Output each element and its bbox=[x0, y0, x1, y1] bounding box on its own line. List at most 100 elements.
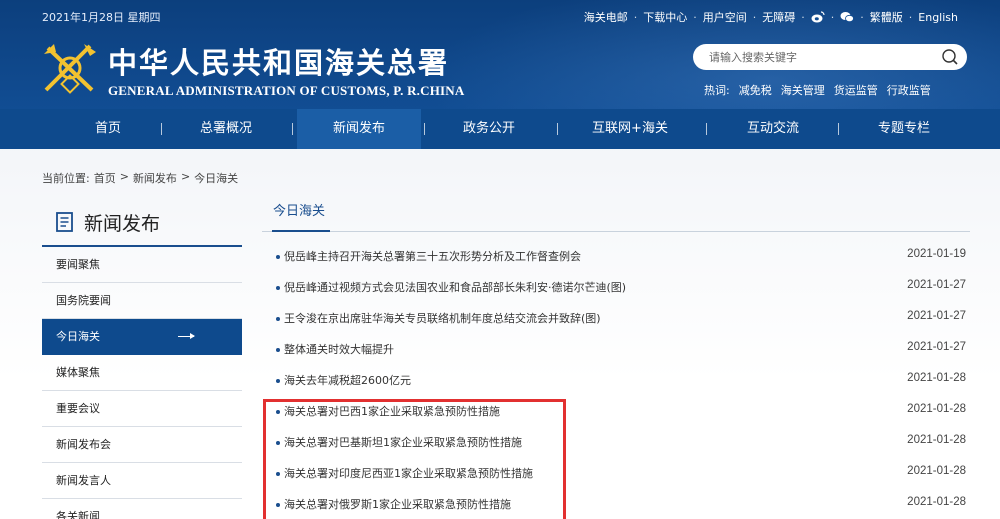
news-date: 2021-01-28 bbox=[907, 372, 966, 384]
nav-item-public-affairs[interactable]: 政务公开 bbox=[429, 109, 549, 149]
breadcrumb-home[interactable]: 首页 bbox=[94, 170, 116, 186]
breadcrumb-today-customs[interactable]: 今日海关 bbox=[194, 170, 238, 186]
news-title[interactable]: 整体通关时效大幅提升 bbox=[284, 341, 394, 357]
english-link[interactable]: English bbox=[918, 11, 958, 24]
news-item[interactable]: 海关去年减税超2600亿元 2021-01-28 bbox=[262, 368, 970, 399]
nav-divider bbox=[161, 123, 162, 135]
news-item[interactable]: 倪岳峰主持召开海关总署第三十五次形势分析及工作督查例会 2021-01-19 bbox=[262, 244, 970, 275]
top-link-user-space[interactable]: 用户空间 bbox=[703, 9, 747, 25]
nav-item-about[interactable]: 总署概况 bbox=[166, 109, 286, 149]
bullet-icon bbox=[276, 410, 280, 414]
sidebar-title: 新闻发布 bbox=[84, 212, 161, 235]
top-links: 海关电邮 · 下载中心 · 用户空间 · 无障碍 · · · 繁體版 · Eng… bbox=[584, 9, 958, 25]
separator: · bbox=[633, 10, 638, 24]
sidebar-header: 新闻发布 bbox=[42, 199, 242, 247]
customs-emblem-logo[interactable] bbox=[40, 38, 100, 96]
sidebar-item-label: 各关新闻 bbox=[56, 510, 100, 519]
top-link-email[interactable]: 海关电邮 bbox=[584, 9, 628, 25]
news-date: 2021-01-28 bbox=[907, 434, 966, 446]
search-input[interactable] bbox=[709, 50, 939, 64]
news-title[interactable]: 海关总署对巴基斯坦1家企业采取紧急预防性措施 bbox=[284, 434, 522, 450]
news-title[interactable]: 海关总署对巴西1家企业采取紧急预防性措施 bbox=[284, 403, 500, 419]
breadcrumb-news[interactable]: 新闻发布 bbox=[133, 170, 177, 186]
nav-divider bbox=[706, 123, 707, 135]
news-title[interactable]: 海关去年减税超2600亿元 bbox=[284, 372, 411, 388]
news-title[interactable]: 倪岳峰通过视频方式会见法国农业和食品部部长朱利安·德诺尔芒迪(图) bbox=[284, 279, 626, 295]
hot-word-link[interactable]: 货运监管 bbox=[834, 82, 878, 98]
nav-divider bbox=[292, 123, 293, 135]
document-icon bbox=[56, 212, 74, 232]
sidebar-item-state-council[interactable]: 国务院要闻 bbox=[42, 283, 242, 319]
sidebar-item-label: 媒体聚焦 bbox=[56, 366, 100, 379]
sidebar: 新闻发布 要闻聚焦 国务院要闻 今日海关 媒体聚焦 重要会议 新闻发布会 新闻发… bbox=[42, 199, 242, 519]
search-icon[interactable] bbox=[939, 46, 961, 68]
news-item[interactable]: 海关总署对俄罗斯1家企业采取紧急预防性措施 2021-01-28 bbox=[262, 492, 970, 519]
news-title[interactable]: 海关总署对俄罗斯1家企业采取紧急预防性措施 bbox=[284, 496, 511, 512]
news-item[interactable]: 倪岳峰通过视频方式会见法国农业和食品部部长朱利安·德诺尔芒迪(图) 2021-01… bbox=[262, 275, 970, 306]
nav-divider bbox=[424, 123, 425, 135]
news-item[interactable]: 海关总署对巴西1家企业采取紧急预防性措施 2021-01-28 bbox=[262, 399, 970, 430]
arrow-right-icon bbox=[178, 333, 195, 339]
separator: · bbox=[693, 10, 697, 24]
site-title-chinese[interactable]: 中华人民共和国海关总署 bbox=[108, 40, 449, 82]
breadcrumb-prefix: 当前位置: bbox=[42, 172, 90, 185]
nav-divider bbox=[557, 123, 558, 135]
news-list-header: 今日海关 bbox=[262, 190, 970, 232]
hot-word-link[interactable]: 海关管理 bbox=[781, 82, 825, 98]
sidebar-item-label: 新闻发言人 bbox=[56, 474, 111, 487]
sidebar-item-media[interactable]: 媒体聚焦 bbox=[42, 355, 242, 391]
nav-item-interaction[interactable]: 互动交流 bbox=[713, 109, 833, 149]
wechat-icon[interactable] bbox=[840, 11, 855, 23]
sidebar-item-meetings[interactable]: 重要会议 bbox=[42, 391, 242, 427]
nav-item-special-topics[interactable]: 专题专栏 bbox=[844, 109, 964, 149]
bullet-icon bbox=[276, 286, 280, 290]
news-item[interactable]: 海关总署对巴基斯坦1家企业采取紧急预防性措施 2021-01-28 bbox=[262, 430, 970, 461]
search-box bbox=[693, 44, 967, 70]
news-title[interactable]: 倪岳峰主持召开海关总署第三十五次形势分析及工作督查例会 bbox=[284, 248, 581, 264]
hot-word-link[interactable]: 行政监管 bbox=[887, 82, 931, 98]
nav-item-internet-customs[interactable]: 互联网+海关 bbox=[570, 109, 690, 149]
bullet-icon bbox=[276, 472, 280, 476]
bullet-icon bbox=[276, 255, 280, 259]
sidebar-item-label: 新闻发布会 bbox=[56, 438, 111, 451]
bullet-icon bbox=[276, 317, 280, 321]
sidebar-item-label: 国务院要闻 bbox=[56, 294, 111, 307]
weibo-icon[interactable] bbox=[811, 11, 825, 23]
bullet-icon bbox=[276, 379, 280, 383]
news-date: 2021-01-28 bbox=[907, 465, 966, 477]
news-date: 2021-01-27 bbox=[907, 341, 966, 353]
nav-item-home[interactable]: 首页 bbox=[48, 109, 168, 149]
hot-word-link[interactable]: 减免税 bbox=[739, 82, 772, 98]
news-item[interactable]: 整体通关时效大幅提升 2021-01-27 bbox=[262, 337, 970, 368]
breadcrumb-separator: > bbox=[180, 170, 191, 183]
news-date: 2021-01-27 bbox=[907, 279, 966, 291]
sidebar-item-headlines[interactable]: 要闻聚焦 bbox=[42, 247, 242, 283]
site-title-english[interactable]: GENERAL ADMINISTRATION OF CUSTOMS, P. R.… bbox=[108, 83, 464, 99]
news-list: 倪岳峰主持召开海关总署第三十五次形势分析及工作督查例会 2021-01-19 倪岳… bbox=[262, 244, 970, 519]
top-link-accessibility[interactable]: 无障碍 bbox=[762, 9, 795, 25]
news-list-panel: 今日海关 倪岳峰主持召开海关总署第三十五次形势分析及工作督查例会 2021-01-… bbox=[262, 190, 970, 519]
breadcrumb: 当前位置: 首页 > 新闻发布 > 今日海关 bbox=[42, 170, 238, 186]
news-date: 2021-01-28 bbox=[907, 496, 966, 508]
news-list-title: 今日海关 bbox=[273, 204, 326, 219]
hot-words: 热词: 减免税 海关管理 货运监管 行政监管 bbox=[704, 82, 931, 98]
sidebar-item-local-news[interactable]: 各关新闻 bbox=[42, 499, 242, 519]
current-date: 2021年1月28日 星期四 bbox=[42, 11, 161, 24]
bullet-icon bbox=[276, 441, 280, 445]
top-link-download[interactable]: 下载中心 bbox=[643, 9, 687, 25]
separator: · bbox=[908, 10, 913, 24]
sidebar-item-spokesperson[interactable]: 新闻发言人 bbox=[42, 463, 242, 499]
sidebar-item-label: 重要会议 bbox=[56, 402, 100, 415]
news-item[interactable]: 王令浚在京出席驻华海关专员联络机制年度总结交流会并致辞(图) 2021-01-27 bbox=[262, 306, 970, 337]
news-title[interactable]: 海关总署对印度尼西亚1家企业采取紧急预防性措施 bbox=[284, 465, 533, 481]
nav-divider bbox=[838, 123, 839, 135]
sidebar-item-press-conference[interactable]: 新闻发布会 bbox=[42, 427, 242, 463]
traditional-chinese-link[interactable]: 繁體版 bbox=[870, 9, 903, 25]
nav-item-news[interactable]: 新闻发布 bbox=[297, 109, 421, 149]
news-title[interactable]: 王令浚在京出席驻华海关专员联络机制年度总结交流会并致辞(图) bbox=[284, 310, 601, 326]
title-underline bbox=[272, 230, 330, 232]
sidebar-item-today-customs[interactable]: 今日海关 bbox=[42, 319, 242, 355]
bullet-icon bbox=[276, 503, 280, 507]
news-item[interactable]: 海关总署对印度尼西亚1家企业采取紧急预防性措施 2021-01-28 bbox=[262, 461, 970, 492]
sidebar-item-label: 今日海关 bbox=[56, 330, 100, 343]
